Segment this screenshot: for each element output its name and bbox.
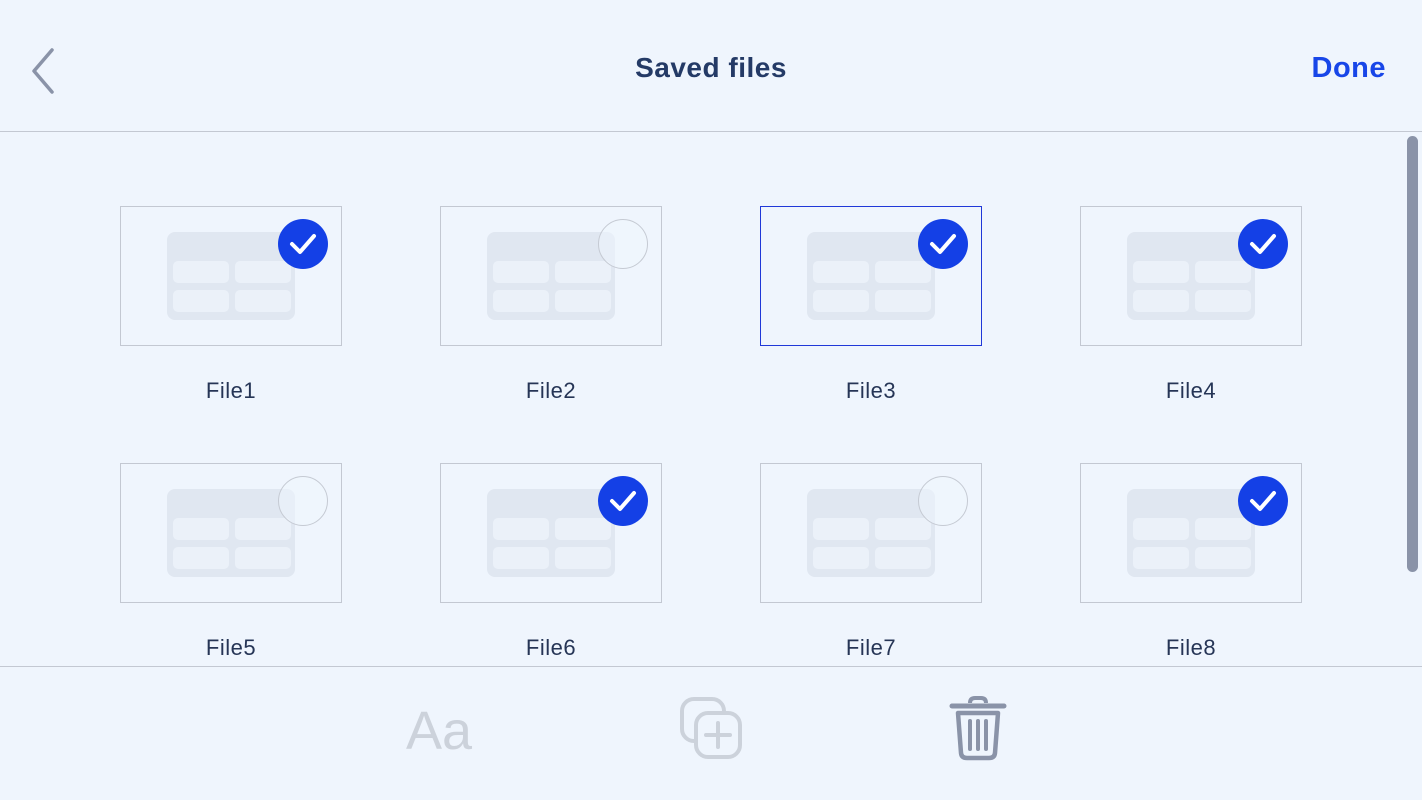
file-thumbnail[interactable] [120, 206, 342, 346]
file-name-label: File2 [525, 378, 577, 403]
duplicate-button[interactable] [678, 695, 744, 761]
file-thumbnail[interactable] [1080, 206, 1302, 346]
document-preview-icon [1127, 489, 1255, 577]
unselected-checkbox[interactable] [278, 476, 328, 526]
file-tile[interactable]: File6 [440, 463, 662, 663]
checkmark-icon [1250, 491, 1276, 511]
page-title: Saved files [635, 52, 787, 83]
document-preview-icon [807, 489, 935, 577]
file-name-label: File7 [845, 635, 897, 660]
selected-checkbox[interactable] [1238, 219, 1288, 269]
document-preview-icon [487, 232, 615, 320]
file-name-label: File6 [525, 635, 577, 660]
document-preview-icon [487, 489, 615, 577]
vertical-scrollbar[interactable] [1407, 136, 1418, 572]
header-bar: Saved files Done [0, 0, 1422, 132]
file-thumbnail[interactable] [440, 206, 662, 346]
saved-files-screen: Saved files Done File1 File2 File3 File4 Fil… [0, 0, 1422, 800]
checkmark-icon [930, 234, 956, 254]
document-preview-icon [167, 232, 295, 320]
document-preview-icon [807, 232, 935, 320]
file-name-label: File8 [1165, 635, 1217, 660]
selected-checkbox[interactable] [1238, 476, 1288, 526]
unselected-checkbox[interactable] [918, 476, 968, 526]
document-preview-icon [167, 489, 295, 577]
file-name-label: File4 [1165, 378, 1217, 403]
file-thumbnail[interactable] [760, 463, 982, 603]
file-thumbnail[interactable] [120, 463, 342, 603]
file-thumbnail[interactable] [760, 206, 982, 346]
document-preview-icon [1127, 232, 1255, 320]
file-tile[interactable]: File2 [440, 206, 662, 406]
file-name-label: File1 [205, 378, 257, 403]
file-tile[interactable]: File7 [760, 463, 982, 663]
selected-checkbox[interactable] [278, 219, 328, 269]
file-tile[interactable]: File4 [1080, 206, 1302, 406]
file-name-label: File5 [205, 635, 257, 660]
bottom-toolbar: Aa [0, 666, 1422, 800]
checkmark-icon [1250, 234, 1276, 254]
unselected-checkbox[interactable] [598, 219, 648, 269]
file-thumbnail[interactable] [1080, 463, 1302, 603]
file-tile[interactable]: File1 [120, 206, 342, 406]
trash-icon [949, 696, 1007, 761]
selected-checkbox[interactable] [918, 219, 968, 269]
file-tile[interactable]: File8 [1080, 463, 1302, 663]
done-button[interactable]: Done [1312, 52, 1387, 85]
file-tile[interactable]: File3 [760, 206, 982, 406]
selected-checkbox[interactable] [598, 476, 648, 526]
files-grid-area[interactable]: File1 File2 File3 File4 File5 File6 File7 File8 [0, 134, 1422, 666]
duplicate-plus-icon [680, 697, 742, 759]
file-tile[interactable]: File5 [120, 463, 342, 663]
font-button[interactable]: Aa [406, 703, 486, 759]
font-icon: Aa [406, 701, 473, 761]
checkmark-icon [610, 491, 636, 511]
checkmark-icon [290, 234, 316, 254]
delete-button[interactable] [948, 695, 1008, 761]
file-thumbnail[interactable] [440, 463, 662, 603]
file-name-label: File3 [845, 378, 897, 403]
